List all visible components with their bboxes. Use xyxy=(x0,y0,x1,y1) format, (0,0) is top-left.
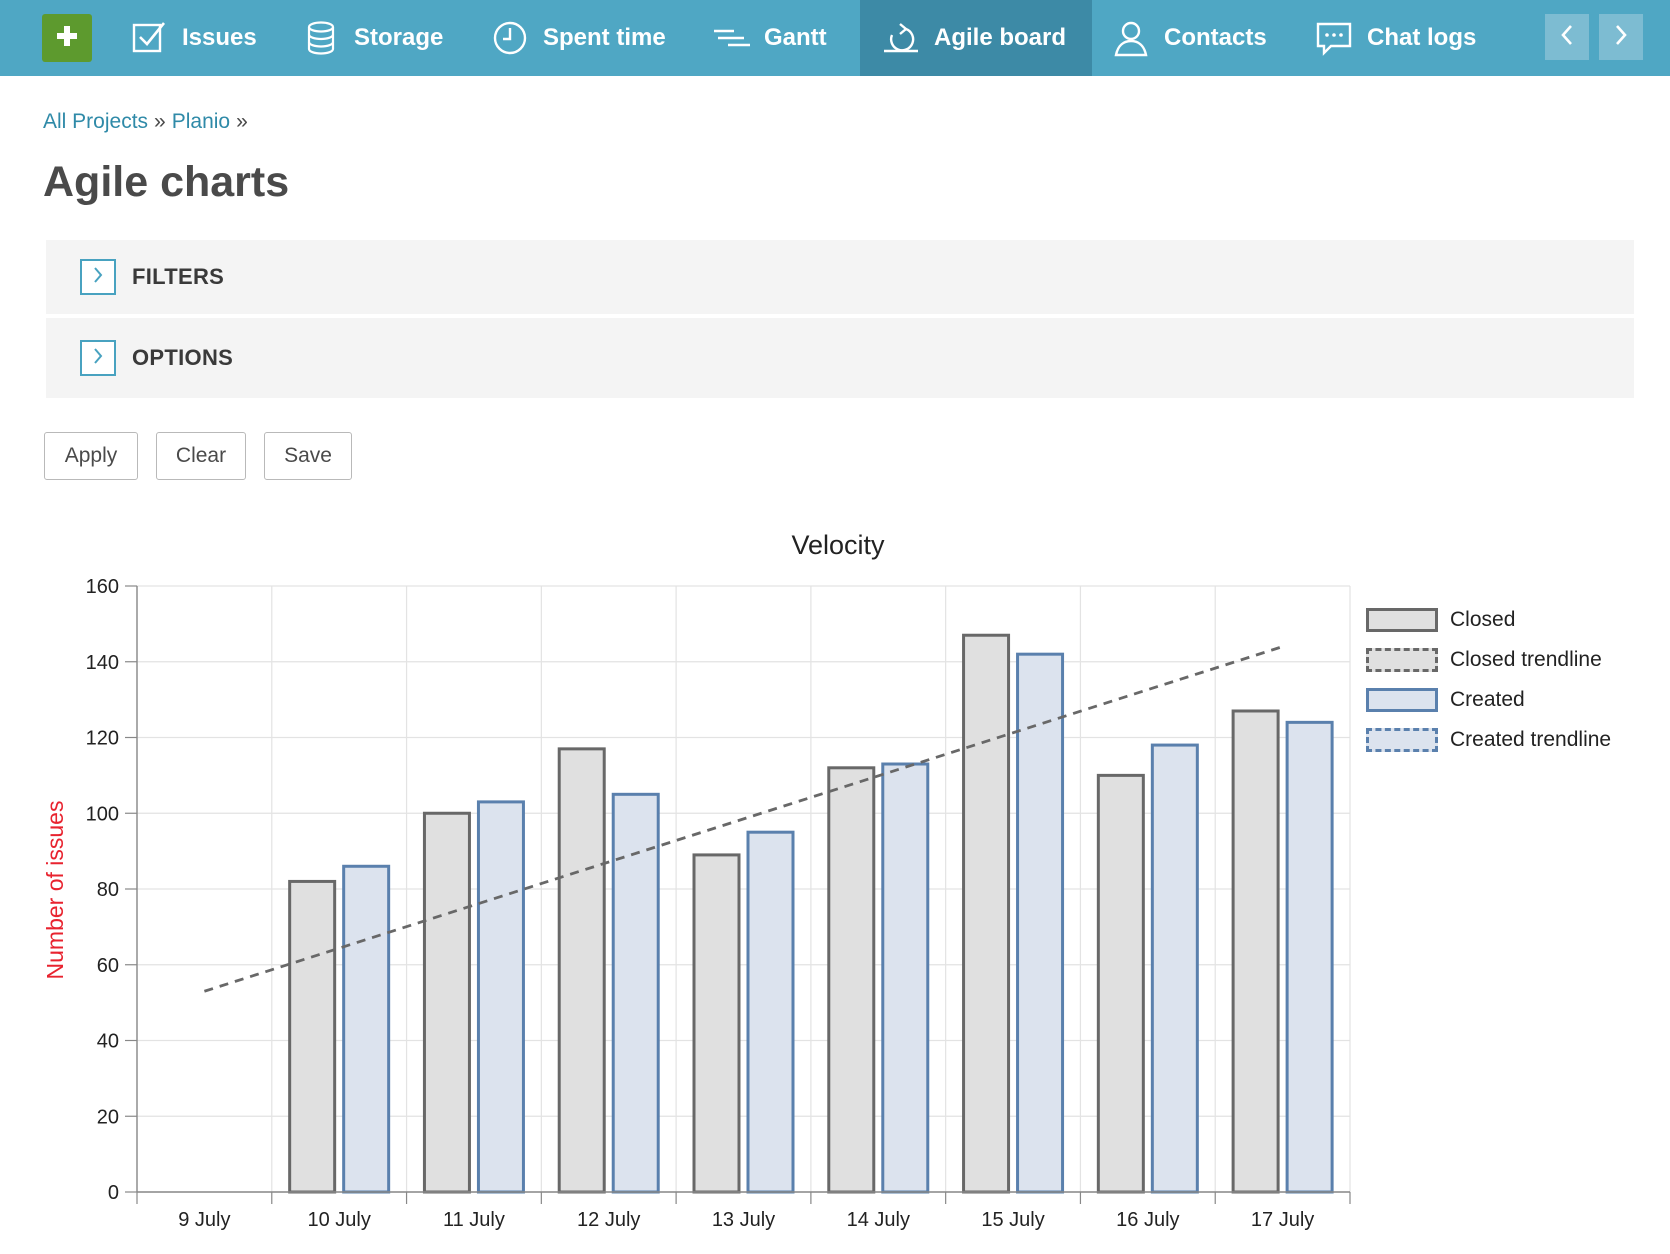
issues-icon xyxy=(130,19,168,57)
bar-created xyxy=(1285,720,1334,1194)
nav-item-contacts[interactable]: Contacts xyxy=(1112,0,1267,76)
filters-toggle[interactable] xyxy=(80,259,116,295)
bar-closed xyxy=(1231,709,1280,1194)
chevron-right-icon xyxy=(1612,23,1630,52)
chevron-right-icon xyxy=(92,347,104,370)
legend-label: Closed trendline xyxy=(1450,648,1602,671)
bar-closed xyxy=(1096,773,1145,1194)
y-tick-label: 0 xyxy=(108,1182,119,1204)
y-tick-label: 160 xyxy=(86,576,119,598)
breadcrumb-separator: » xyxy=(236,110,248,133)
filters-label: FILTERS xyxy=(132,264,225,289)
save-button[interactable]: Save xyxy=(264,432,352,480)
nav-label-gantt: Gantt xyxy=(764,24,827,51)
legend-swatch xyxy=(1366,728,1438,752)
chart-title: Velocity xyxy=(791,530,885,560)
clear-button[interactable]: Clear xyxy=(156,432,246,480)
nav-item-storage[interactable]: Storage xyxy=(302,0,443,76)
nav-label-agile-board: Agile board xyxy=(934,24,1067,51)
legend-label: Created xyxy=(1450,688,1525,711)
bar-created xyxy=(746,830,795,1194)
filters-panel[interactable]: FILTERS xyxy=(46,240,1634,314)
bar-closed xyxy=(692,853,741,1194)
y-tick-label: 80 xyxy=(97,879,119,901)
new-item-button[interactable] xyxy=(42,14,92,62)
y-tick-label: 100 xyxy=(86,803,119,825)
y-tick-label: 140 xyxy=(86,652,119,674)
apply-button[interactable]: Apply xyxy=(44,432,138,480)
bar-created xyxy=(881,762,930,1194)
nav-item-spent-time[interactable]: Spent time xyxy=(491,0,666,76)
legend-item[interactable]: Created trendline xyxy=(1366,720,1611,760)
x-tick-label: 14 July xyxy=(847,1209,910,1231)
x-tick-label: 12 July xyxy=(577,1209,640,1231)
breadcrumb-all-projects[interactable]: All Projects xyxy=(43,110,148,133)
nav-scroll-left-button[interactable] xyxy=(1545,14,1589,60)
y-tick-label: 40 xyxy=(97,1031,119,1053)
chat-icon xyxy=(1315,19,1353,57)
chevron-right-icon xyxy=(92,266,104,289)
bar-closed xyxy=(962,633,1011,1194)
y-tick-label: 20 xyxy=(97,1106,119,1128)
x-tick-label: 9 July xyxy=(178,1209,230,1231)
bar-closed xyxy=(827,766,876,1194)
bar-created xyxy=(1150,743,1199,1194)
x-tick-label: 16 July xyxy=(1116,1209,1179,1231)
clock-icon xyxy=(491,19,529,57)
bar-created xyxy=(342,864,391,1194)
legend-swatch xyxy=(1366,608,1438,632)
nav-item-issues[interactable]: Issues xyxy=(130,0,257,76)
top-navigation: Issues Storage Spent time Gantt Agile bo… xyxy=(0,0,1670,76)
nav-label-storage: Storage xyxy=(354,24,444,51)
nav-label-spent-time: Spent time xyxy=(543,24,666,51)
y-tick-label: 120 xyxy=(86,728,119,750)
gantt-icon xyxy=(712,19,750,57)
legend-swatch xyxy=(1366,648,1438,672)
bar-closed xyxy=(557,747,606,1194)
bar-created xyxy=(1016,652,1065,1194)
legend-item[interactable]: Closed xyxy=(1366,600,1611,640)
options-toggle[interactable] xyxy=(80,340,116,376)
legend-swatch xyxy=(1366,688,1438,712)
nav-label-issues: Issues xyxy=(182,24,257,51)
chart-legend: Closed Closed trendline Created Created tre… xyxy=(1366,600,1611,760)
x-tick-label: 10 July xyxy=(307,1209,370,1231)
breadcrumb-planio[interactable]: Planio xyxy=(172,110,230,133)
nav-label-contacts: Contacts xyxy=(1164,24,1267,51)
options-label: OPTIONS xyxy=(132,345,234,370)
options-panel[interactable]: OPTIONS xyxy=(46,318,1634,398)
bar-closed xyxy=(422,811,471,1194)
bar-closed xyxy=(288,879,337,1194)
chevron-left-icon xyxy=(1558,23,1576,52)
chart-y-axis-label: Number of issues xyxy=(42,801,68,980)
contacts-icon xyxy=(1112,19,1150,57)
breadcrumb: All Projects » Planio » xyxy=(43,110,254,134)
x-tick-label: 11 July xyxy=(443,1209,505,1231)
bar-created xyxy=(476,800,525,1194)
x-tick-label: 15 July xyxy=(981,1209,1044,1231)
nav-item-agile-board[interactable]: Agile board xyxy=(860,0,1092,76)
nav-item-chat-logs[interactable]: Chat logs xyxy=(1315,0,1476,76)
legend-label: Closed xyxy=(1450,608,1516,631)
storage-icon xyxy=(302,19,340,57)
x-tick-label: 17 July xyxy=(1251,1209,1314,1231)
legend-label: Created trendline xyxy=(1450,728,1612,751)
page-title: Agile charts xyxy=(43,158,290,206)
agile-icon xyxy=(882,19,920,57)
nav-scroll-right-button[interactable] xyxy=(1599,14,1643,60)
breadcrumb-separator: » xyxy=(154,110,166,133)
y-tick-label: 60 xyxy=(97,955,119,977)
plus-icon xyxy=(56,25,78,52)
x-tick-label: 13 July xyxy=(712,1209,775,1231)
legend-item[interactable]: Closed trendline xyxy=(1366,640,1611,680)
nav-label-chat-logs: Chat logs xyxy=(1367,24,1477,51)
nav-item-gantt[interactable]: Gantt xyxy=(712,0,827,76)
legend-item[interactable]: Created xyxy=(1366,680,1611,720)
velocity-chart: Velocity Number of issues 0 20 40 60 80 100 12… xyxy=(42,530,1351,1231)
